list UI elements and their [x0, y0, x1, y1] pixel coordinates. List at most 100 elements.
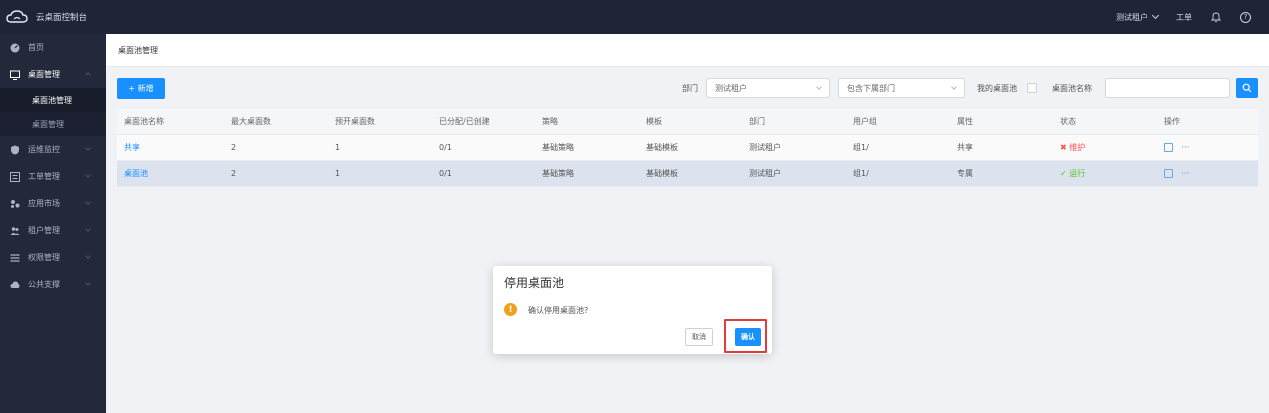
edit-icon[interactable] — [1164, 143, 1173, 152]
pool-name-input[interactable] — [1105, 78, 1230, 98]
cancel-button[interactable]: 取消 — [685, 328, 713, 346]
brand[interactable]: 云桌面控制台 — [0, 0, 106, 34]
dialog-message: 确认停用桌面池? — [528, 306, 589, 315]
dialog-title: 停用桌面池 — [504, 276, 565, 290]
cell-max: 2 — [231, 169, 237, 178]
sidebar-item-label: 租户管理 — [28, 226, 60, 235]
cloud-logo-icon — [6, 10, 28, 23]
more-icon[interactable]: ··· — [1181, 143, 1190, 153]
table-row[interactable]: 共享 2 1 0/1 基础策略 基础模板 测试租户 组1/ 共享 ✖ 维护 ··… — [117, 135, 1258, 161]
chevron-down-icon — [951, 84, 957, 90]
cell-template: 基础模板 — [646, 169, 678, 178]
chevron-down-icon — [85, 145, 91, 151]
sidebar-item-label: 权限管理 — [28, 253, 60, 262]
cell-pre: 1 — [335, 143, 341, 152]
chevron-down-icon — [85, 253, 91, 259]
status-badge: ✓ 运行 — [1053, 168, 1157, 179]
status-text: 运行 — [1069, 169, 1086, 178]
status-text: 维护 — [1069, 143, 1086, 152]
shield-icon — [10, 145, 20, 155]
users-icon — [10, 226, 20, 236]
sidebar-item-permission[interactable]: 权限管理 — [0, 244, 106, 271]
add-pool-button[interactable]: + 新增 — [117, 78, 165, 99]
cell-attr: 共享 — [957, 143, 973, 152]
chevron-down-icon — [85, 280, 91, 286]
tenant-dropdown[interactable]: 测试租户 — [1116, 11, 1160, 23]
highlight-box — [724, 319, 767, 353]
pool-table: 桌面池名称 最大桌面数 预开桌面数 已分配/已创建 策略 模板 部门 用户组 属… — [117, 109, 1258, 187]
dept-select-value: 测试租户 — [715, 83, 747, 93]
sidebar-item-label: 公共支撑 — [28, 280, 60, 289]
sidebar-item-desktop-management[interactable]: 桌面管理 — [0, 61, 106, 88]
cell-template: 基础模板 — [646, 143, 678, 152]
top-header: 云桌面控制台 测试租户 工单 ? — [0, 0, 1269, 34]
sidebar-item-home[interactable]: 首页 — [0, 34, 106, 61]
sidebar-item-label: 首页 — [28, 43, 44, 52]
sidebar-item-label: 工单管理 — [28, 172, 60, 181]
workorder-link[interactable]: 工单 — [1176, 12, 1192, 23]
apps-icon — [10, 199, 20, 209]
sidebar-item-ops-monitor[interactable]: 运维监控 — [0, 136, 106, 163]
pool-name-label: 桌面池名称 — [1052, 84, 1092, 93]
cell-max: 2 — [231, 143, 237, 152]
cell-alloc: 0/1 — [439, 143, 452, 152]
maintenance-icon: ✖ — [1060, 143, 1067, 152]
chevron-down-icon — [816, 84, 822, 90]
bell-icon — [1210, 12, 1222, 23]
column-header: 最大桌面数 — [231, 117, 271, 126]
toolbar: + 新增 部门 测试租户 包含下属部门 我的桌面池 桌面池名称 — [117, 77, 1258, 99]
column-header: 策略 — [542, 117, 558, 126]
sidebar: 首页 桌面管理 桌面池管理 桌面管理 运维监控 工单管理 应用市场 租户管理 权… — [0, 34, 106, 413]
pool-name-link[interactable]: 共享 — [117, 142, 224, 153]
breadcrumb: 桌面池管理 — [106, 34, 1269, 67]
cell-pre: 1 — [335, 169, 341, 178]
my-pool-label: 我的桌面池 — [977, 84, 1017, 93]
cell-attr: 专属 — [957, 169, 973, 178]
include-sub-dept-select[interactable]: 包含下属部门 — [838, 78, 965, 98]
warning-icon: ! — [504, 303, 517, 316]
sidebar-item-label: 运维监控 — [28, 145, 60, 154]
main-content: 桌面池管理 + 新增 部门 测试租户 包含下属部门 我的桌面池 桌面池名称 桌面… — [106, 34, 1269, 413]
cell-policy: 基础策略 — [542, 169, 574, 178]
list-icon — [10, 171, 20, 182]
column-header: 属性 — [957, 117, 973, 126]
sidebar-item-app-market[interactable]: 应用市场 — [0, 190, 106, 217]
table-header-row: 桌面池名称 最大桌面数 预开桌面数 已分配/已创建 策略 模板 部门 用户组 属… — [117, 109, 1258, 135]
sidebar-subitem-desktop-management[interactable]: 桌面管理 — [0, 112, 106, 136]
chevron-down-icon — [1151, 11, 1160, 20]
edit-icon[interactable] — [1164, 169, 1173, 178]
app-title: 云桌面控制台 — [36, 13, 88, 23]
sidebar-item-workorder[interactable]: 工单管理 — [0, 163, 106, 190]
pool-name-link[interactable]: 桌面池 — [117, 168, 224, 179]
row-actions: ··· — [1157, 169, 1258, 179]
chevron-down-icon — [85, 172, 91, 178]
chevron-up-icon — [85, 72, 91, 78]
table-row[interactable]: 桌面池 2 1 0/1 基础策略 基础模板 测试租户 组1/ 专属 ✓ 运行 ·… — [117, 161, 1258, 187]
column-header: 桌面池名称 — [124, 117, 164, 126]
sidebar-item-public-support[interactable]: 公共支撑 — [0, 271, 106, 298]
more-icon[interactable]: ··· — [1181, 169, 1190, 179]
include-sub-dept-value: 包含下属部门 — [847, 83, 895, 93]
dept-select[interactable]: 测试租户 — [706, 78, 830, 98]
column-header: 预开桌面数 — [335, 117, 375, 126]
column-header: 已分配/已创建 — [439, 117, 490, 126]
permission-icon — [10, 253, 20, 263]
sidebar-subitem-pool-management[interactable]: 桌面池管理 — [0, 88, 106, 112]
column-header: 状态 — [1060, 117, 1076, 126]
cell-dept: 测试租户 — [749, 169, 781, 178]
notification-button[interactable] — [1210, 11, 1222, 23]
breadcrumb-label: 桌面池管理 — [118, 45, 158, 55]
column-header: 操作 — [1164, 117, 1180, 126]
sidebar-item-label: 桌面管理 — [28, 70, 60, 79]
sidebar-item-label: 应用市场 — [28, 199, 60, 208]
search-button[interactable] — [1236, 78, 1258, 98]
tenant-label: 测试租户 — [1116, 12, 1148, 22]
monitor-icon — [10, 70, 20, 80]
workorder-label: 工单 — [1176, 12, 1192, 22]
sidebar-subitem-label: 桌面池管理 — [32, 95, 72, 105]
row-actions: ··· — [1157, 143, 1258, 153]
help-button[interactable]: ? — [1240, 11, 1251, 23]
cell-dept: 测试租户 — [749, 143, 781, 152]
my-pool-checkbox[interactable] — [1027, 83, 1037, 93]
sidebar-item-tenant[interactable]: 租户管理 — [0, 217, 106, 244]
